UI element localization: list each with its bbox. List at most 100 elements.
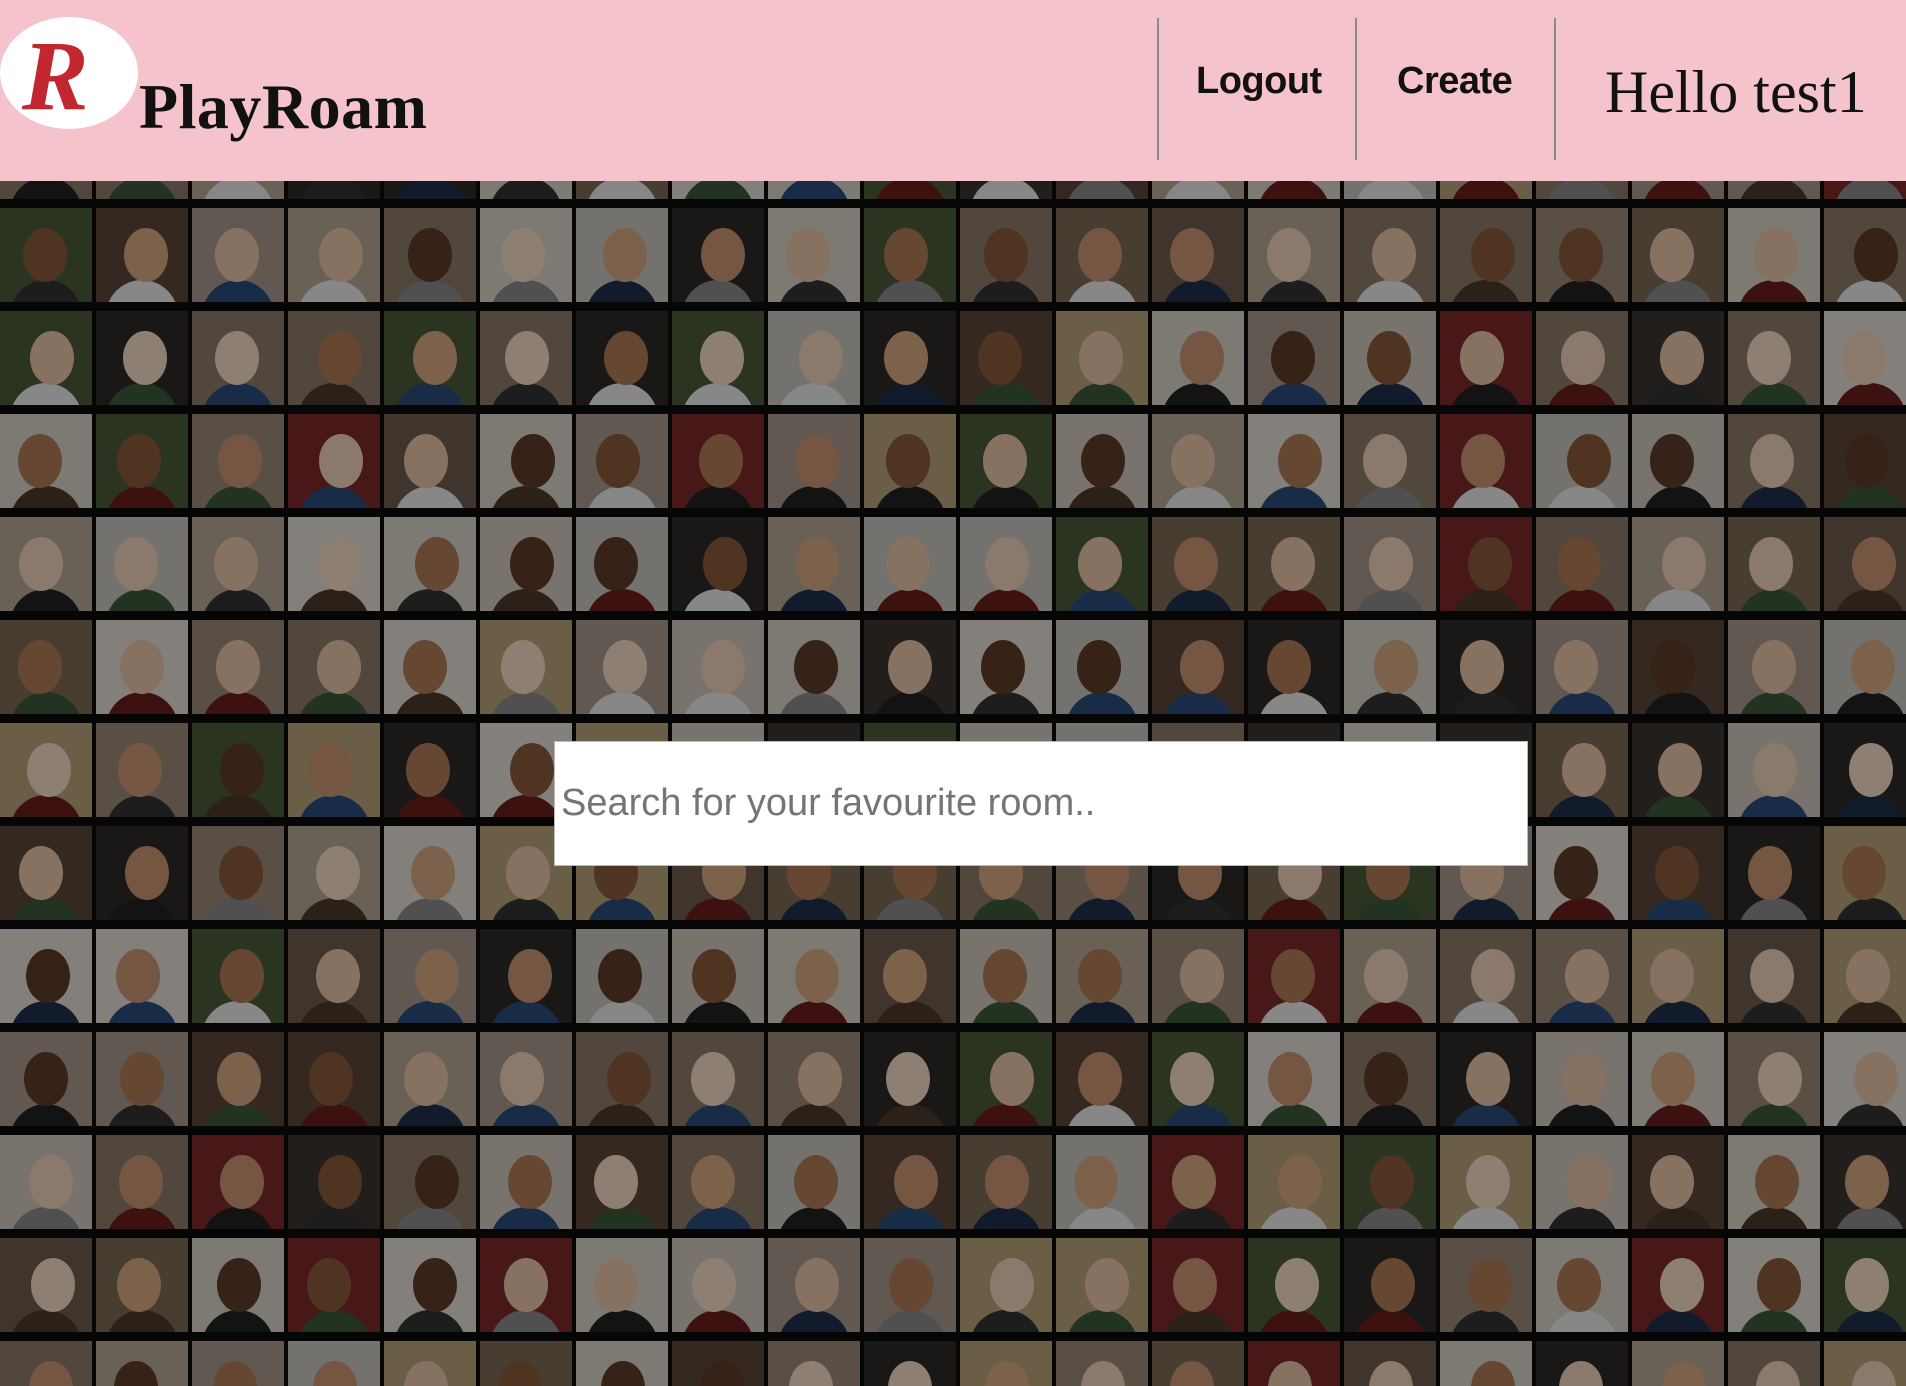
portrait-body [1738,1310,1810,1332]
portrait-face [594,537,638,591]
portrait-tile [1536,826,1628,920]
portrait-face [1267,228,1311,282]
portrait-face [603,640,647,694]
portrait-body [1258,589,1330,611]
portrait-body [874,1104,946,1126]
brand-name[interactable]: PlayRoam [139,70,427,144]
portrait-face [1369,1361,1413,1386]
portrait-body [1162,1104,1234,1126]
portrait-face [318,331,362,385]
portrait-tile [384,414,476,508]
portrait-face [594,1258,638,1312]
portrait-body [682,1104,754,1126]
portrait-body [1258,1001,1330,1023]
portrait-face [883,949,927,1003]
room-search-input[interactable] [554,741,1528,866]
portrait-body [394,898,466,920]
portrait-face [1845,1258,1889,1312]
portrait-tile [1824,1135,1906,1229]
portrait-body [1738,898,1810,920]
portrait-body [874,486,946,508]
nav-divider [1554,18,1556,160]
portrait-body [394,1104,466,1126]
portrait-face [317,640,361,694]
portrait-tile [0,929,92,1023]
logo[interactable]: R [0,17,138,129]
portrait-body [10,1104,82,1126]
portrait-body [1738,795,1810,817]
portrait-body [874,1001,946,1023]
portrait-face [1374,640,1418,694]
portrait-body [394,486,466,508]
portrait-body [1258,898,1330,920]
create-link[interactable]: Create [1397,60,1513,103]
portrait-tile [1440,929,1532,1023]
portrait-tile [960,208,1052,302]
portrait-face [404,1361,448,1386]
portrait-face [1471,949,1515,1003]
portrait-tile [1440,414,1532,508]
portrait-face [978,331,1022,385]
portrait-tile [1536,208,1628,302]
portrait-tile [1824,181,1906,199]
portrait-body [1162,181,1234,199]
portrait-body [1162,589,1234,611]
portrait-tile [96,208,188,302]
portrait-tile [768,1135,860,1229]
portrait-face [990,1052,1034,1106]
portrait-body [1834,280,1906,302]
portrait-body [970,1207,1042,1229]
portrait-tile [1728,620,1820,714]
portrait-face [983,434,1027,488]
portrait-tile [1632,1135,1724,1229]
portrait-body [586,589,658,611]
portrait-body [970,692,1042,714]
portrait-tile [1536,181,1628,199]
portrait-body [970,898,1042,920]
portrait-face [1278,1155,1322,1209]
portrait-face [120,1052,164,1106]
logout-link[interactable]: Logout [1196,60,1322,103]
portrait-face [798,1052,842,1106]
portrait-tile [96,723,188,817]
portrait-body [1834,1001,1906,1023]
portrait-face [1468,1258,1512,1312]
portrait-face [1750,949,1794,1003]
portrait-tile [576,181,668,199]
portrait-tile [576,620,668,714]
portrait-tile [1440,1341,1532,1386]
portrait-tile [192,181,284,199]
portrait-body [298,383,370,405]
portrait-tile [384,723,476,817]
portrait-tile [1248,181,1340,199]
portrait-body [202,589,274,611]
portrait-face [117,434,161,488]
portrait-tile [1728,1341,1820,1386]
portrait-body [778,486,850,508]
portrait-tile [960,1032,1052,1126]
portrait-body [1834,486,1906,508]
portrait-face [1170,1052,1214,1106]
portrait-tile [672,1238,764,1332]
portrait-face [1078,228,1122,282]
portrait-face [30,331,74,385]
portrait-face [886,1052,930,1106]
portrait-tile [1824,208,1906,302]
portrait-face [318,1155,362,1209]
portrait-body [586,383,658,405]
portrait-tile [0,517,92,611]
portrait-face [117,1258,161,1312]
portrait-body [1546,898,1618,920]
portrait-face [703,537,747,591]
portrait-face [1567,1155,1611,1209]
portrait-body [298,1207,370,1229]
portrait-body [298,1104,370,1126]
portrait-tile [960,311,1052,405]
portrait-body [778,1001,850,1023]
portrait-tile [1728,1135,1820,1229]
portrait-face [408,228,452,282]
portrait-face [1846,949,1890,1003]
portrait-face [1180,949,1224,1003]
portrait-body [970,486,1042,508]
portrait-body [298,898,370,920]
